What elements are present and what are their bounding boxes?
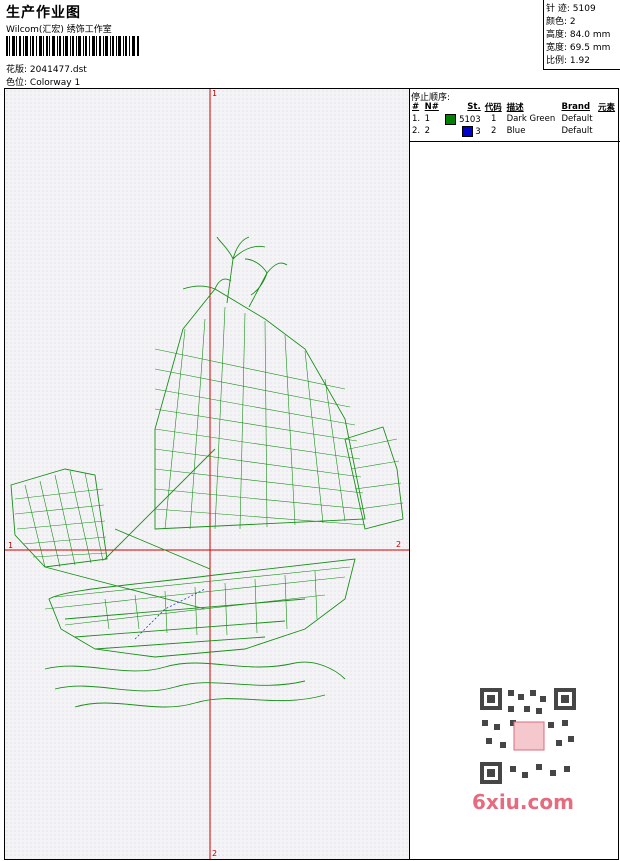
- stat-width: 宽度: 69.5 mm: [546, 43, 611, 53]
- col-code: 代码: [484, 103, 502, 113]
- colorway-label: 色位:: [6, 78, 28, 88]
- axis-bottom-marker: 2: [212, 849, 218, 858]
- company-name: Wilcom(汇宏) 绣饰工作室: [6, 25, 112, 35]
- stop-sequence-table: # N# St. 代码 描述 Brand 元素 1. 1 5103 1 Dark…: [410, 101, 618, 137]
- col-description: 描述: [506, 103, 524, 113]
- col-needle: N#: [424, 102, 439, 112]
- design-canvas: 1 2 1 2: [4, 88, 410, 860]
- col-brand: Brand: [561, 102, 591, 112]
- stat-colors: 颜色: 2: [546, 17, 576, 27]
- axis-left-marker: 1: [8, 541, 14, 550]
- qr-code-icon: [476, 686, 580, 786]
- design-preview: [5, 89, 409, 859]
- stats-divider: [543, 0, 544, 70]
- page-title: 生产作业图: [6, 5, 81, 21]
- stat-ratio: 比例: 1.92: [546, 56, 590, 66]
- col-stitches: St.: [467, 102, 481, 112]
- axis-top-marker: 1: [212, 89, 218, 98]
- barcode: [6, 36, 139, 56]
- stop-table-divider: [409, 141, 620, 142]
- ship-embroidery: [10, 236, 404, 708]
- design-file-label: 花版:: [6, 65, 28, 75]
- colorway-row: 色位: Colorway 1: [6, 75, 80, 88]
- design-stats: 针 迹: 5109 颜色: 2 高度: 84.0 mm 宽度: 69.5 mm …: [546, 3, 610, 68]
- stat-height: 高度: 84.0 mm: [546, 30, 611, 40]
- col-element: 元素: [598, 103, 616, 113]
- axis-right-marker: 2: [396, 540, 402, 549]
- colorway-value: Colorway 1: [29, 78, 81, 88]
- table-row: 1. 1 5103 1 Dark Green Default: [412, 113, 593, 125]
- stat-stitches: 针 迹: 5109: [546, 4, 596, 14]
- watermark-text: 6xiu.com: [472, 790, 574, 814]
- color-swatch-dark-green: [445, 113, 457, 125]
- stop-table-header: # N# St. 代码 描述 Brand 元素: [410, 101, 618, 113]
- design-file-row: 花版: 2041477.dst: [6, 62, 87, 75]
- col-index: #: [412, 102, 420, 112]
- design-file-value: 2041477.dst: [29, 65, 87, 75]
- color-swatch-blue: [461, 125, 473, 137]
- table-row: 2. 2 3 2 Blue Default: [412, 125, 593, 137]
- stats-bottom-rule: [543, 69, 620, 70]
